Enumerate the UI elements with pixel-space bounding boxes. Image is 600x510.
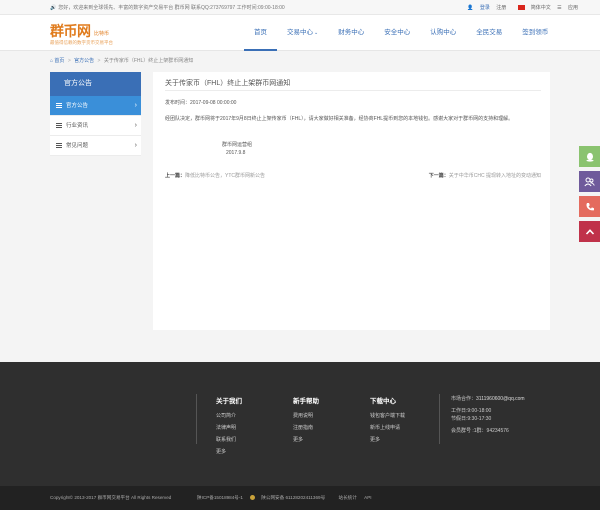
next-article-link[interactable]: 下一篇：关于中华币CHC 提现转入地址的变动通知 bbox=[429, 172, 541, 179]
main-nav: 首页 交易中心⌄ 财务中心 安全中心 认购中心 全民交易 签到领币 bbox=[244, 15, 558, 51]
article-body: 经团队决定，群币网将于2017年9月8日终止上架传家币（FHL），请大家做好相关… bbox=[165, 116, 514, 122]
users-icon[interactable] bbox=[579, 171, 600, 192]
login-link[interactable]: 👤 登录 bbox=[467, 5, 490, 11]
app-link[interactable]: ☰ 应用 bbox=[557, 5, 578, 11]
api-link[interactable]: API bbox=[364, 495, 371, 500]
register-link[interactable]: 注册 bbox=[496, 5, 506, 11]
article-time: 发布时间：2017-09-08 00:00:00 bbox=[165, 100, 237, 106]
article-signature: 群币网运营组 2017.9.8 bbox=[222, 142, 253, 156]
site-logo[interactable]: 群币网 比特币 最值得信赖的数字货币交易平台 bbox=[50, 21, 113, 46]
copyright-bar: Copyright© 2013-2017 群币网交易平台 All Rights … bbox=[0, 486, 600, 510]
nav-home[interactable]: 首页 bbox=[244, 15, 277, 51]
language-select[interactable]: 简体中文 bbox=[513, 5, 551, 11]
footer-link[interactable]: 更多 bbox=[216, 446, 242, 458]
nav-subscription-center[interactable]: 认购中心 bbox=[420, 15, 466, 51]
police-link[interactable]: 陕公网安备 61128202411369号 bbox=[250, 495, 331, 501]
speaker-icon: 🔊 bbox=[50, 5, 57, 11]
notice-text: 🔊 您好，欢迎来到全球领先、丰富的数字资产交易平台 群币网 联系QQ:273769… bbox=[50, 5, 285, 11]
footer-link[interactable]: 联系我们 bbox=[216, 434, 242, 446]
nav-all-trade[interactable]: 全民交易 bbox=[466, 15, 512, 51]
footer-link[interactable]: 法律声明 bbox=[216, 422, 242, 434]
footer-link[interactable]: 注册指南 bbox=[293, 422, 319, 434]
header: 群币网 比特币 最值得信赖的数字货币交易平台 首页 交易中心⌄ 财务中心 安全中… bbox=[0, 15, 600, 51]
float-toolbar bbox=[579, 146, 600, 246]
sidebar-title: 官方公告 bbox=[50, 72, 141, 96]
phone-icon[interactable] bbox=[579, 196, 600, 217]
breadcrumb: ⌂ 首页 > 官方公告 > 关于传家币（FHL）终止上架群币网通知 bbox=[50, 58, 194, 64]
prev-article-link[interactable]: 上一篇：降低比特币公告，YTC群币网新公告 bbox=[165, 172, 265, 179]
sidebar-item-official-notice[interactable]: 官方公告 › bbox=[50, 96, 141, 116]
sidebar-item-faq[interactable]: 常见问题 › bbox=[50, 136, 141, 156]
top-right-links: 👤 登录 注册 简体中文 ☰ 应用 bbox=[462, 4, 578, 11]
sidebar: 官方公告 官方公告 › 行业资讯 › 常见问题 › bbox=[50, 72, 141, 156]
chevron-right-icon: › bbox=[134, 122, 137, 129]
footer-col-about: 关于我们 公司简介 法律声明 联系我们 更多 bbox=[216, 395, 242, 458]
footer-link[interactable]: 费用说明 bbox=[293, 410, 319, 422]
nav-finance-center[interactable]: 财务中心 bbox=[328, 15, 374, 51]
footer-link[interactable]: 新币上线申请 bbox=[370, 422, 405, 434]
breadcrumb-current: 关于传家币（FHL）终止上架群币网通知 bbox=[103, 58, 194, 64]
article: 关于传家币（FHL）终止上架群币网通知 发布时间：2017-09-08 00:0… bbox=[165, 76, 541, 157]
china-flag-icon bbox=[517, 5, 525, 11]
contact-email[interactable]: 3111960600@qq.com bbox=[476, 396, 525, 402]
chevron-right-icon: › bbox=[134, 142, 137, 149]
chevron-right-icon: › bbox=[134, 102, 137, 109]
icp-link[interactable]: 陕ICP备15018984号-1 bbox=[197, 495, 243, 500]
stats-link[interactable]: 站长统计 bbox=[338, 495, 356, 500]
nav-trade-center[interactable]: 交易中心⌄ bbox=[277, 15, 328, 51]
footer-link[interactable]: 钱包客户端下载 bbox=[370, 410, 405, 422]
home-icon: ⌂ bbox=[50, 58, 54, 64]
breadcrumb-section[interactable]: 官方公告 bbox=[74, 58, 94, 64]
list-icon bbox=[56, 103, 62, 109]
police-badge-icon bbox=[250, 495, 256, 501]
footer-link[interactable]: 更多 bbox=[293, 434, 319, 446]
footer-contact: 市场合作：3111960600@qq.com 工作日:9:00-18:00 节假… bbox=[451, 396, 525, 434]
list-icon bbox=[56, 123, 62, 129]
top-bar: 🔊 您好，欢迎来到全球领先、丰富的数字资产交易平台 群币网 联系QQ:273769… bbox=[0, 0, 600, 15]
sidebar-item-industry-news[interactable]: 行业资讯 › bbox=[50, 116, 141, 136]
back-to-top-icon[interactable] bbox=[579, 221, 600, 242]
footer-col-download: 下载中心 钱包客户端下载 新币上线申请 更多 bbox=[370, 395, 405, 446]
footer-col-help: 新手帮助 费用说明 注册指南 更多 bbox=[293, 395, 319, 446]
qq-icon[interactable] bbox=[579, 146, 600, 167]
list-icon bbox=[56, 143, 62, 149]
chevron-down-icon: ⌄ bbox=[314, 30, 319, 36]
copyright-text: Copyright© 2013-2017 群币网交易平台 All Rights … bbox=[50, 495, 172, 500]
footer-registrations: 陕ICP备15018984号-1 陕公网安备 61128202411369号 站… bbox=[197, 495, 378, 501]
footer-link[interactable]: 公司简介 bbox=[216, 410, 242, 422]
article-title: 关于传家币（FHL）终止上架群币网通知 bbox=[165, 76, 541, 91]
footer-link[interactable]: 更多 bbox=[370, 434, 405, 446]
footer: 关于我们 公司简介 法律声明 联系我们 更多 新手帮助 费用说明 注册指南 更多… bbox=[0, 362, 600, 486]
breadcrumb-home[interactable]: ⌂ 首页 bbox=[50, 58, 64, 64]
nav-signin-coin[interactable]: 签到领币 bbox=[512, 15, 558, 51]
nav-security-center[interactable]: 安全中心 bbox=[374, 15, 420, 51]
